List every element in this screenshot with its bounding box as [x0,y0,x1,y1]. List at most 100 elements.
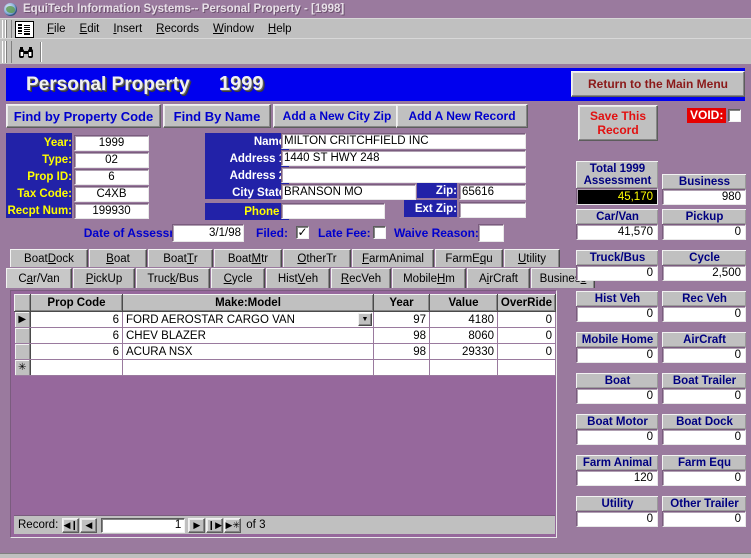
truck-bus-value[interactable]: 0 [576,265,658,281]
tab-carvan[interactable]: Ca r/Van [6,268,72,288]
col-header-override[interactable]: OverRide [497,294,556,312]
table-row-new[interactable]: ✳ [14,359,556,376]
tab-mobilehm[interactable]: Mobile Hm [392,268,466,288]
prop-id-field[interactable]: 6 [74,169,149,185]
cell-value[interactable]: 29330 [429,343,498,360]
col-header-prop-code[interactable]: Prop Code [30,294,123,312]
new-record-icon[interactable]: ✳ [14,359,31,376]
cell-override[interactable]: 0 [497,311,556,328]
save-record-button[interactable]: Save This Record [578,105,658,141]
col-header-year[interactable]: Year [373,294,430,312]
next-record-button[interactable]: ▶ [188,517,206,533]
tab-pickup[interactable]: PickUp [73,268,135,288]
find-binoculars-icon[interactable] [14,41,37,63]
return-to-main-menu-button[interactable]: Return to the Main Menu [571,71,745,97]
col-header-make-model[interactable]: Make:Model [122,294,374,312]
mobile-home-value[interactable]: 0 [576,347,658,363]
cell-prop-code[interactable]: 6 [30,311,123,328]
menu-item-records[interactable]: Records [149,21,206,37]
date-of-assessment-field[interactable]: 3/1/98 [172,224,244,242]
tab-boat[interactable]: Boat [89,249,147,267]
boat-trailer-value[interactable]: 0 [662,388,746,404]
address1-field[interactable]: 1440 ST HWY 248 [281,150,526,166]
tab-recveh[interactable]: RecVeh [331,268,391,288]
table-row[interactable]: ▶ 6 FORD AEROSTAR CARGO VAN ▼ 97 4180 0 [14,311,556,328]
cycle-value[interactable]: 2,500 [662,265,746,281]
aircraft-value[interactable]: 0 [662,347,746,363]
menu-item-edit[interactable]: Edit [73,21,107,37]
cell-override[interactable]: 0 [497,327,556,344]
chevron-down-icon[interactable]: ▼ [358,313,372,326]
find-by-name-button[interactable]: Find By Name [163,104,271,128]
business-value[interactable]: 980 [662,189,746,205]
zip-field[interactable]: 65616 [459,184,526,200]
city-state-field[interactable]: BRANSON MO [281,184,416,200]
previous-record-button[interactable]: ◀ [80,517,98,533]
row-selector-current[interactable]: ▶ [14,311,31,328]
tab-boattr[interactable]: Boat Tr [148,249,213,267]
address2-field[interactable] [281,167,526,183]
other-trailer-value[interactable]: 0 [662,511,746,527]
menu-item-file[interactable]: File [40,21,73,37]
tab-boatmtr[interactable]: Boat Mtr [214,249,282,267]
cell-make-model[interactable]: FORD AEROSTAR CARGO VAN ▼ [122,311,374,328]
waive-reason-field[interactable] [478,224,504,242]
tab-farmequ[interactable]: FarmE q u [435,249,503,267]
cell-year[interactable]: 97 [373,311,430,328]
cell-value[interactable]: 4180 [429,311,498,328]
tab-utility[interactable]: Utility [504,249,560,267]
cell-value[interactable]: 8060 [429,327,498,344]
cell-override[interactable]: 0 [497,343,556,360]
boat-dock-value[interactable]: 0 [662,429,746,445]
tab-histveh[interactable]: Hist Veh [266,268,330,288]
receipt-num-field[interactable]: 199930 [74,203,149,219]
row-selector[interactable] [14,343,31,360]
database-icon[interactable] [15,20,34,38]
first-record-button[interactable]: ◀❙ [62,517,80,533]
menu-item-help[interactable]: Help [261,21,299,37]
menu-item-window[interactable]: Window [206,21,261,37]
menu-item-insert[interactable]: Insert [106,21,149,37]
table-row[interactable]: 6 CHEV BLAZER 98 8060 0 [14,327,556,344]
type-field[interactable]: 02 [74,152,149,168]
late-fee-checkbox[interactable] [373,226,386,239]
name-field[interactable]: MILTON CRITCHFIELD INC [281,133,526,149]
current-record-input[interactable]: 1 [101,517,186,533]
filed-checkbox[interactable]: ✓ [296,226,309,239]
cell-make-model[interactable]: ACURA NSX [122,343,374,360]
menu-grip[interactable] [2,20,12,38]
cell-prop-code[interactable]: 6 [30,327,123,344]
tab-boatdock[interactable]: Boat Dock [10,249,88,267]
ext-zip-field[interactable] [459,202,526,218]
pickup-value[interactable]: 0 [662,224,746,240]
tab-farmanimal[interactable]: FarmAnimal [352,249,434,267]
void-checkbox[interactable] [728,108,742,122]
row-selector[interactable] [14,327,31,344]
cell-prop-code[interactable]: 6 [30,343,123,360]
new-record-button[interactable]: ▶✳ [224,517,242,533]
tax-code-field[interactable]: C4XB [74,186,149,202]
cell-make-model[interactable] [122,359,374,376]
tab-aircraft[interactable]: Ai rCraft [467,268,530,288]
boat-value[interactable]: 0 [576,388,658,404]
col-header-value[interactable]: Value [429,294,498,312]
cell-year[interactable] [373,359,430,376]
find-by-property-code-button[interactable]: Find by Property Code [6,104,161,128]
table-row[interactable]: 6 ACURA NSX 98 29330 0 [14,343,556,360]
last-record-button[interactable]: ❙▶ [206,517,224,533]
toolbar-grip[interactable] [2,41,12,63]
hist-veh-value[interactable]: 0 [576,306,658,322]
tab-truckbus[interactable]: Truc k/Bus [136,268,210,288]
farm-equ-value[interactable]: 0 [662,470,746,486]
add-new-record-button[interactable]: Add A New Record [396,104,528,128]
farm-animal-value[interactable]: 120 [576,470,658,486]
cell-value[interactable] [429,359,498,376]
year-field[interactable]: 1999 [74,135,149,151]
cell-override[interactable] [497,359,556,376]
cell-year[interactable]: 98 [373,343,430,360]
tab-othertr[interactable]: OtherTr [283,249,351,267]
cell-prop-code[interactable] [30,359,123,376]
boat-motor-value[interactable]: 0 [576,429,658,445]
add-new-city-zip-button[interactable]: Add a New City Zip [273,104,401,128]
car-van-value[interactable]: 41,570 [576,224,658,240]
